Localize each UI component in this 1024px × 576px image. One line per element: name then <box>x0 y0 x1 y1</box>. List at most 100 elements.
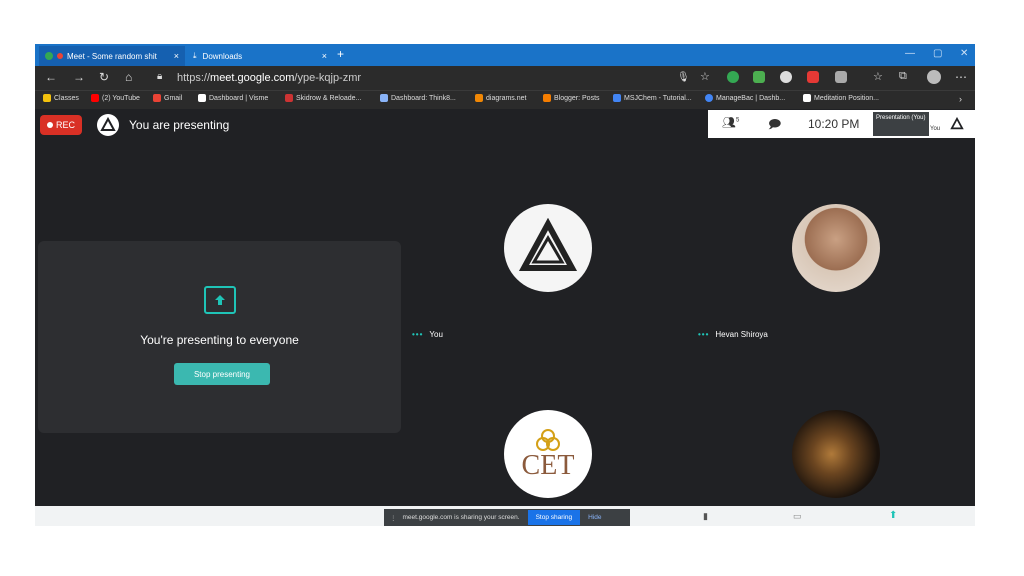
tab-downloads[interactable]: ⤓ Downloads × <box>187 46 333 66</box>
new-tab-button[interactable]: + <box>337 47 344 61</box>
cet-emblem-icon <box>536 429 560 451</box>
recording-badge: REC <box>40 115 82 135</box>
gmail-icon <box>153 94 161 102</box>
address-bar-row: ← → ↻ ⌂ 🔒︎ https://meet.google.com/ype-k… <box>35 66 975 90</box>
chrome-icon <box>45 52 53 60</box>
maximize-icon[interactable]: ▢ <box>933 48 942 59</box>
bookmark-item[interactable]: Gmail <box>153 94 182 102</box>
hide-button[interactable]: Hide <box>588 514 601 521</box>
share-notice-text: meet.google.com is sharing your screen. <box>402 514 520 521</box>
skidrow-icon <box>285 94 293 102</box>
bookmark-label: Dashboard: Think8... <box>391 94 456 102</box>
audio-indicator-icon: ••• <box>412 330 424 339</box>
hand-cursor-icon: ▮ <box>703 511 708 521</box>
star-icon[interactable]: ☆ <box>700 70 710 83</box>
bookmark-item[interactable]: (2) YouTube <box>91 94 140 102</box>
bookmark-item[interactable]: Blogger: Posts <box>543 94 600 102</box>
close-window-icon[interactable]: ✕ <box>960 48 968 59</box>
msjchem-icon <box>613 94 621 102</box>
clock-time: 10:20 PM <box>808 117 860 131</box>
participant-avatar <box>792 410 880 498</box>
visme-icon <box>198 94 206 102</box>
tab-strip: Meet - Some random shit × ⤓ Downloads × … <box>35 44 975 66</box>
participant-avatar: CET <box>504 410 592 498</box>
more-menu-icon[interactable]: ⋯ <box>955 70 967 84</box>
bookmark-item[interactable]: MSJChem - Tutorial... <box>613 94 692 102</box>
participant-name: You <box>429 330 443 339</box>
extension-icon[interactable] <box>835 71 847 83</box>
bookmark-item[interactable]: ManageBac | Dashb... <box>705 94 785 102</box>
bookmark-label: Meditation Position... <box>814 94 879 102</box>
microphone-icon[interactable]: 🎙︎ <box>677 72 690 83</box>
bookmark-item[interactable]: Meditation Position... <box>803 94 879 102</box>
triangle-logo-icon <box>518 218 578 271</box>
url-host: meet.google.com <box>210 72 295 84</box>
favorites-icon[interactable]: ☆ <box>873 70 883 83</box>
meditation-icon <box>803 94 811 102</box>
participant-grid: ••• You ••• Hevan Shiroya CET <box>404 140 975 506</box>
presenting-title: You are presenting <box>129 118 230 132</box>
bookmark-item[interactable]: Dashboard: Think8... <box>380 94 456 102</box>
youtube-icon <box>91 94 99 102</box>
bookmark-label: MSJChem - Tutorial... <box>624 94 692 102</box>
participant-avatar <box>504 204 592 292</box>
presenting-message: You're presenting to everyone <box>140 333 299 347</box>
bookmark-label: Classes <box>54 94 79 102</box>
bookmarks-overflow-icon[interactable]: › <box>959 94 962 104</box>
present-screen-icon <box>204 286 236 314</box>
lock-icon: 🔒︎ <box>157 71 163 82</box>
participant-name-tag: ••• Hevan Shiroya <box>698 330 768 339</box>
presenter-avatar <box>97 114 119 136</box>
think8-icon <box>380 94 388 102</box>
collections-icon[interactable]: ⧉ <box>899 70 907 83</box>
presentation-thumbnail[interactable]: Presentation (You) <box>873 112 929 136</box>
extension-icon[interactable] <box>780 71 792 83</box>
bookmark-item[interactable]: Classes <box>43 94 79 102</box>
extension-icon[interactable] <box>807 71 819 83</box>
chat-icon[interactable]: 🗩︎ <box>768 115 781 136</box>
close-tab-icon[interactable]: × <box>174 51 179 61</box>
drag-handle-icon[interactable]: ⋮ <box>390 514 397 522</box>
refresh-icon[interactable]: ↻ <box>99 70 109 84</box>
cet-logo-text: CET <box>521 450 575 481</box>
extension-icon[interactable] <box>727 71 739 83</box>
managebac-icon <box>705 94 713 102</box>
captions-icon[interactable]: ▭ <box>793 511 802 522</box>
url-path: /ype-kqjp-zmr <box>294 72 362 84</box>
audio-indicator-icon: ••• <box>698 330 710 339</box>
tab-title: Meet - Some random shit <box>67 51 157 61</box>
download-icon: ⤓ <box>193 51 197 60</box>
presentation-label: Presentation (You) <box>876 115 926 121</box>
participant-avatar <box>792 204 880 292</box>
triangle-logo-icon <box>100 117 116 131</box>
minimize-icon[interactable]: — <box>905 48 915 59</box>
url-scheme: https:// <box>177 72 211 84</box>
browser-window: Meet - Some random shit × ⤓ Downloads × … <box>35 44 975 526</box>
bookmark-item[interactable]: diagrams.net <box>475 94 526 102</box>
bookmark-label: Blogger: Posts <box>554 94 600 102</box>
tab-meet[interactable]: Meet - Some random shit × <box>39 46 185 66</box>
tab-title: Downloads <box>202 51 243 61</box>
participant-name-tag: ••• You <box>412 330 443 339</box>
extension-icon[interactable] <box>753 71 765 83</box>
presenting-card: You're presenting to everyone Stop prese… <box>38 241 401 433</box>
forward-icon[interactable]: → <box>73 70 85 84</box>
present-now-icon[interactable]: ⬆ <box>889 510 897 521</box>
home-icon[interactable]: ⌂ <box>125 70 132 84</box>
people-icon[interactable]: 👥︎5 <box>722 116 739 129</box>
stop-presenting-button[interactable]: Stop presenting <box>174 363 270 385</box>
self-avatar-icon <box>950 117 964 130</box>
blogger-icon <box>543 94 551 102</box>
bookmark-label: Dashboard | Visme <box>209 94 269 102</box>
back-icon[interactable]: ← <box>45 70 57 84</box>
stop-sharing-button[interactable]: Stop sharing <box>527 510 581 525</box>
close-tab-icon[interactable]: × <box>322 51 327 61</box>
screen-share-notice: ⋮ meet.google.com is sharing your screen… <box>384 509 630 526</box>
profile-avatar-icon[interactable] <box>927 70 941 84</box>
self-mini-label: You <box>930 126 941 132</box>
url-field[interactable]: https://meet.google.com/ype-kqjp-zmr <box>177 72 361 84</box>
bookmark-label: (2) YouTube <box>102 94 140 102</box>
bookmark-label: Skidrow & Reloade... <box>296 94 362 102</box>
bookmark-item[interactable]: Dashboard | Visme <box>198 94 268 102</box>
bookmark-item[interactable]: Skidrow & Reloade... <box>285 94 361 102</box>
